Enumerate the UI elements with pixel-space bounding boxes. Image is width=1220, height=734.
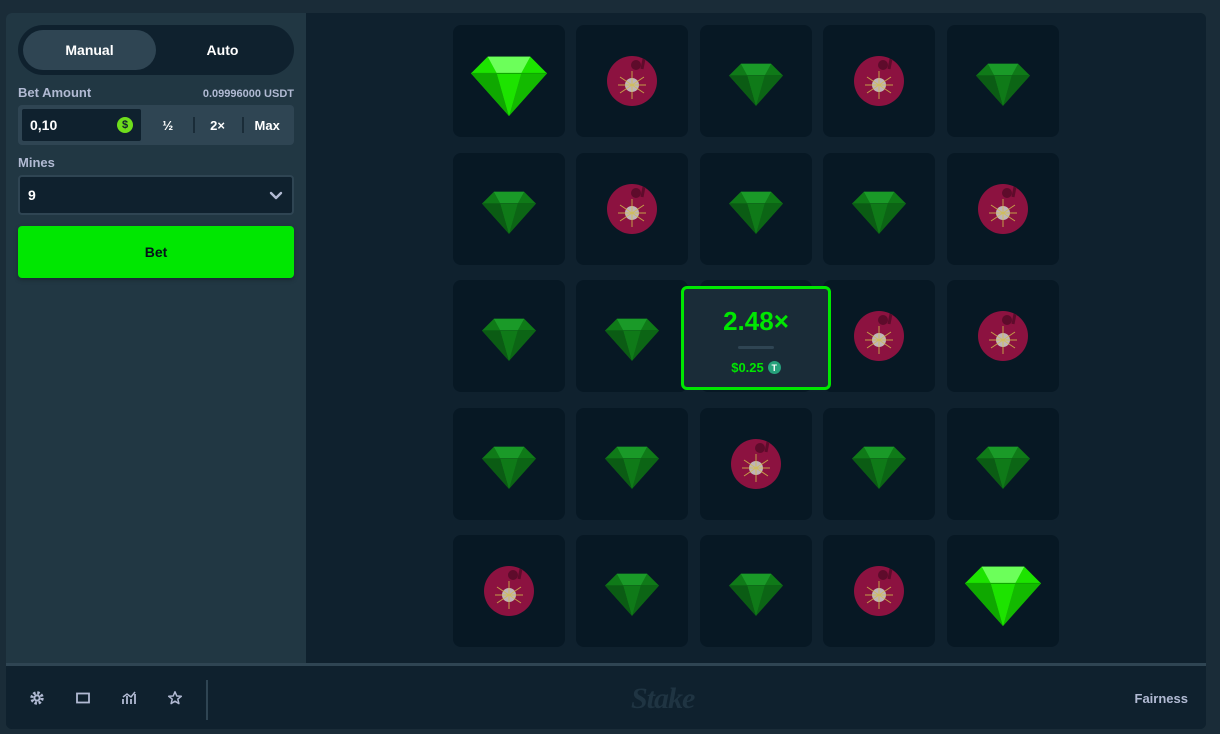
tile-mine[interactable] [947, 153, 1059, 265]
win-multiplier: 2.48× [723, 306, 789, 336]
tile-gem[interactable] [576, 280, 688, 392]
half-bet-button[interactable]: ½ [143, 107, 193, 143]
max-bet-button[interactable]: Max [242, 107, 292, 143]
chevron-down-icon [269, 191, 283, 200]
mines-game: Manual Auto Bet Amount 0.09996000 USDT $… [6, 13, 1206, 729]
stake-logo: Stake [631, 682, 695, 715]
tile-gem[interactable] [947, 25, 1059, 137]
tile-gem[interactable] [823, 408, 935, 520]
tile-mine[interactable] [823, 280, 935, 392]
stats-icon[interactable] [121, 690, 137, 706]
tile-mine[interactable] [700, 408, 812, 520]
tile-gem[interactable] [453, 153, 565, 265]
bet-amount-label: Bet Amount [18, 85, 92, 100]
tile-gem[interactable] [576, 535, 688, 647]
tile-gem[interactable] [576, 408, 688, 520]
tile-gem[interactable] [947, 408, 1059, 520]
mode-toggle: Manual Auto [18, 25, 294, 75]
bet-sidebar: Manual Auto Bet Amount 0.09996000 USDT $… [6, 13, 306, 663]
star-icon[interactable] [167, 690, 183, 706]
tile-mine[interactable] [453, 535, 565, 647]
mines-label: Mines [18, 155, 55, 170]
win-result-card: 2.48× $0.25 T [681, 286, 831, 390]
double-bet-button[interactable]: 2× [192, 107, 243, 143]
tile-mine[interactable] [576, 25, 688, 137]
tile-mine[interactable] [576, 153, 688, 265]
mines-header: Mines [18, 155, 294, 170]
footer-divider [206, 680, 208, 720]
tile-mine[interactable] [823, 535, 935, 647]
tab-auto[interactable]: Auto [156, 30, 289, 70]
result-divider [738, 346, 774, 349]
tab-manual[interactable]: Manual [23, 30, 156, 70]
usdt-icon: T [767, 361, 781, 374]
usdt-coin-icon: $ [117, 117, 133, 133]
payout-amount: $0.25 [731, 360, 764, 375]
mines-value: 9 [28, 187, 36, 203]
bet-amount-control: $ ½ 2× Max [18, 105, 294, 145]
tile-gem[interactable] [453, 408, 565, 520]
tile-gem-revealed[interactable] [453, 25, 565, 137]
tile-mine[interactable] [947, 280, 1059, 392]
tile-gem[interactable] [453, 280, 565, 392]
win-payout: $0.25 T [731, 360, 781, 375]
tile-gem[interactable] [700, 25, 812, 137]
balance-value: 0.09996000 USDT [202, 88, 294, 100]
bet-amount-header: Bet Amount 0.09996000 USDT [18, 85, 294, 100]
theatre-icon[interactable] [75, 690, 91, 706]
game-footer: Stake Fairness [6, 663, 1206, 729]
tile-mine[interactable] [823, 25, 935, 137]
bet-button[interactable]: Bet [18, 226, 294, 278]
tile-gem-revealed[interactable] [947, 535, 1059, 647]
game-board: 2.48× $0.25 T [306, 13, 1206, 663]
gear-icon[interactable] [29, 690, 45, 706]
tile-gem[interactable] [823, 153, 935, 265]
mines-select[interactable]: 9 [18, 175, 294, 215]
tile-gem[interactable] [700, 535, 812, 647]
tile-gem[interactable] [700, 153, 812, 265]
bet-input-wrap: $ [20, 107, 143, 143]
fairness-link[interactable]: Fairness [1135, 691, 1188, 706]
